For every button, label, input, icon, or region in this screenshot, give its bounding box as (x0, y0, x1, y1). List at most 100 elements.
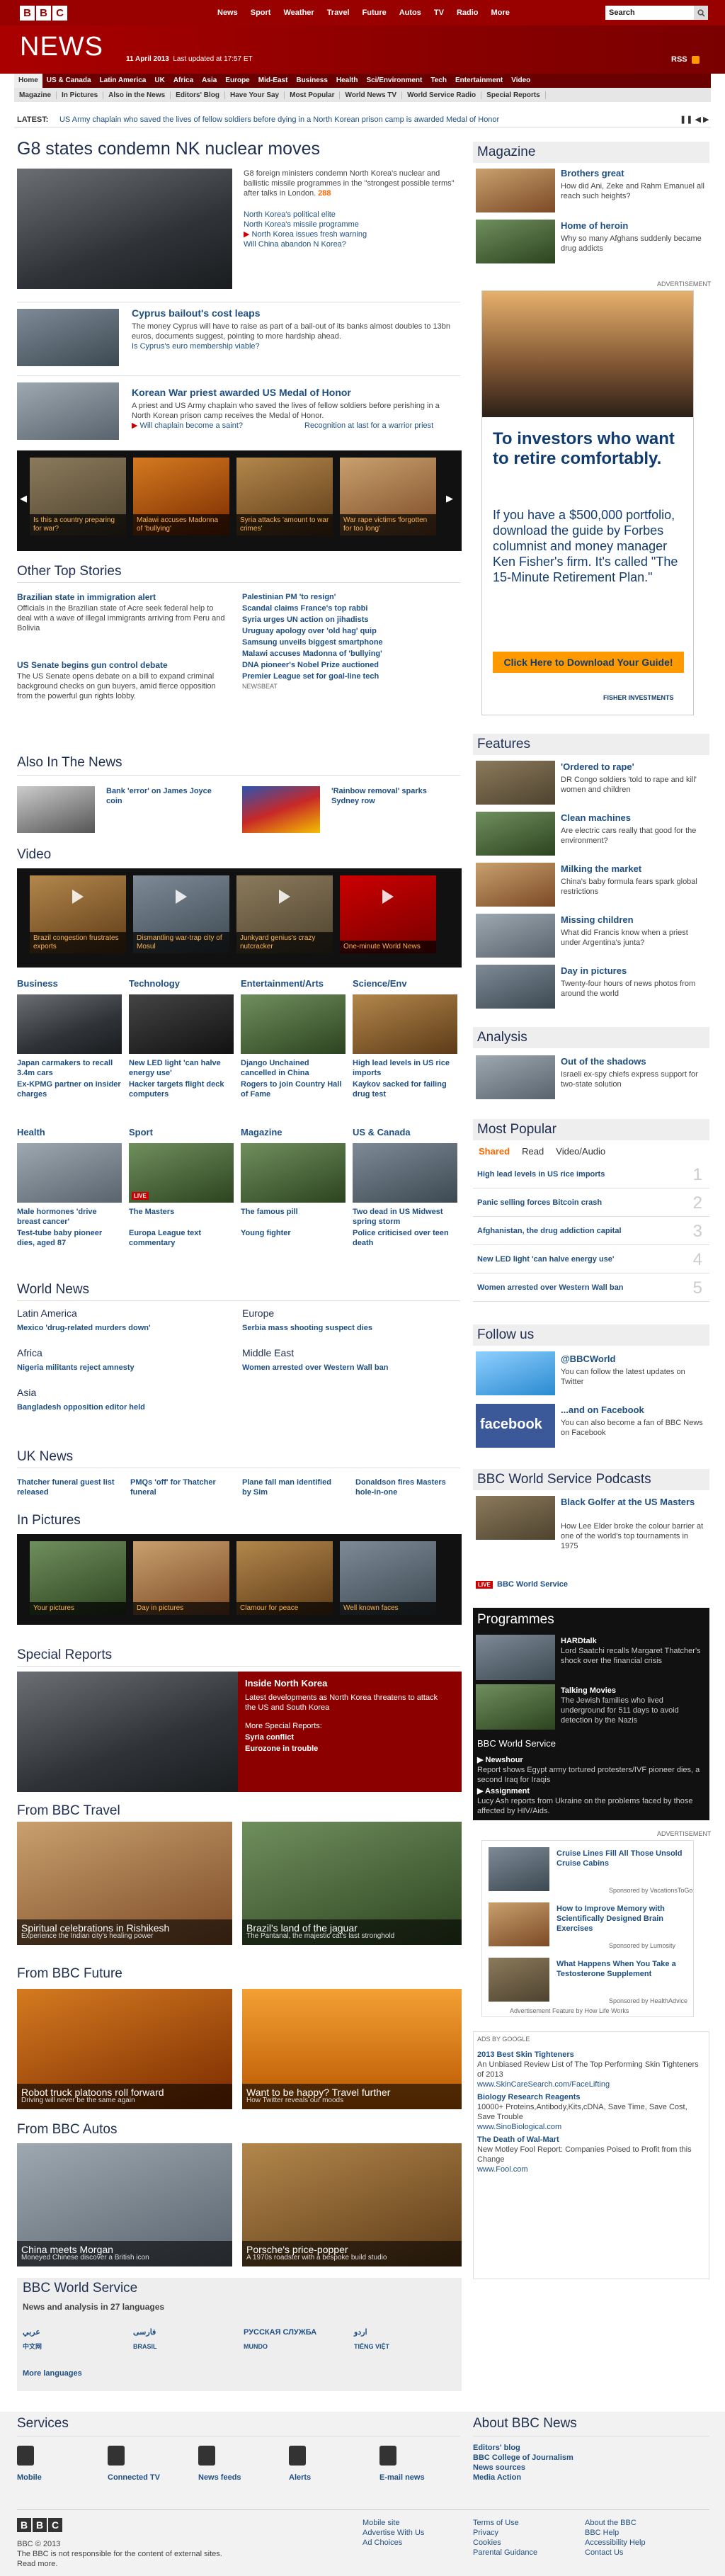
section-heading[interactable]: Magazine (241, 1128, 282, 1137)
travel-image[interactable]: Brazil's land of the jaguar The Pantanal,… (242, 1822, 462, 1945)
about-link[interactable]: Editors' blog (473, 2443, 573, 2453)
twitter-link[interactable]: @BBCWorld (561, 1354, 615, 1364)
more-languages-link[interactable]: More languages (23, 2368, 82, 2378)
primary-nav-item[interactable]: Health (332, 74, 362, 88)
also-link[interactable]: 'Rainbow removal' sparks Sydney row (331, 786, 438, 806)
service-link[interactable]: News feeds (198, 2473, 241, 2483)
about-link[interactable]: News sources (473, 2463, 573, 2473)
section-heading[interactable]: US & Canada (353, 1128, 411, 1137)
about-link[interactable]: Media Action (473, 2473, 573, 2483)
uk-link[interactable]: Donaldson fires Masters hole-in-one (355, 1477, 455, 1497)
ad-link[interactable]: How to Improve Memory with Scientificall… (556, 1904, 688, 1934)
secondary-nav-item[interactable]: Special Reports (481, 91, 546, 99)
world-service-heading[interactable]: BBC World Service (23, 2281, 137, 2296)
google-ad-title[interactable]: 2013 Best Skin Tighteners (477, 2050, 574, 2060)
section-link[interactable]: Ex-KPMG partner on insider charges (17, 1079, 122, 1099)
global-nav-radio[interactable]: Radio (450, 8, 485, 17)
language-link[interactable]: عربي (23, 2327, 40, 2337)
primary-nav-item[interactable]: Europe (221, 74, 253, 88)
top-story-image[interactable] (17, 169, 232, 289)
section-heading[interactable]: Sport (129, 1128, 153, 1137)
picture-tile[interactable]: Your pictures (30, 1541, 126, 1615)
secondary-nav-item[interactable]: Also in the News (103, 91, 171, 99)
programmes-heading[interactable]: Programmes (477, 1612, 554, 1628)
magazine-headline[interactable]: Brothers great (561, 169, 624, 178)
section-image[interactable] (129, 994, 234, 1054)
special-title[interactable]: Inside North Korea (245, 1679, 327, 1689)
other-story-link[interactable]: Syria urges UN action on jihadists (242, 615, 369, 625)
section-link[interactable]: Two dead in US Midwest spring storm (353, 1207, 457, 1227)
footer-link[interactable]: About the BBC (585, 2518, 646, 2528)
future-image[interactable]: Robot truck platoons roll forward Driving… (17, 1989, 232, 2109)
language-link[interactable]: اردو (354, 2327, 367, 2337)
section-image[interactable] (241, 994, 346, 1054)
section-heading[interactable]: Health (17, 1128, 45, 1137)
bbc-logo[interactable]: B B C (20, 6, 67, 21)
ws-radio-heading[interactable]: BBC World Service (477, 1738, 556, 1749)
secondary-nav-item[interactable]: In Pictures (57, 91, 104, 99)
primary-nav-item[interactable]: Entertainment (451, 74, 507, 88)
region-heading[interactable]: Latin America (17, 1307, 77, 1319)
feature-image[interactable] (476, 812, 555, 856)
related-link[interactable]: ▶ North Korea issues fresh warning (244, 229, 367, 239)
section-link[interactable]: Europa League text commentary (129, 1228, 234, 1248)
carousel-next-icon[interactable]: ▶ (446, 493, 453, 504)
also-image[interactable] (17, 786, 95, 833)
section-image[interactable]: LIVE (129, 1143, 234, 1203)
popular-title[interactable]: Women arrested over Western Wall ban (477, 1283, 623, 1292)
primary-nav-item[interactable]: UK (150, 74, 169, 88)
section-link[interactable]: Kaykov sacked for failing drug test (353, 1079, 457, 1099)
global-nav-travel[interactable]: Travel (321, 8, 356, 17)
autos-image[interactable]: Porsche's price-popper A 1970s roadster w… (242, 2143, 462, 2266)
primary-nav-item[interactable]: Africa (169, 74, 198, 88)
related-link[interactable]: North Korea's missile programme (244, 220, 359, 229)
primary-nav-item[interactable]: US & Canada (42, 74, 96, 88)
service-link[interactable]: Connected TV (108, 2473, 160, 2483)
world-service-live-link[interactable]: BBC World Service (497, 1579, 568, 1589)
section-heading[interactable]: Business (17, 979, 58, 989)
footer-link[interactable]: Advertise With Us (362, 2528, 424, 2538)
video-tile[interactable]: One-minute World News (340, 875, 436, 953)
related-link[interactable]: North Korea's political elite (244, 210, 336, 220)
section-link[interactable]: The Masters (129, 1207, 234, 1217)
other-story-link[interactable]: Uruguay apology over 'old hag' quip (242, 626, 377, 636)
rss-link[interactable]: RSS (671, 55, 700, 64)
global-nav-tv[interactable]: TV (428, 8, 450, 17)
section-link[interactable]: Django Unchained cancelled in China (241, 1058, 346, 1078)
feature-headline[interactable]: 'Ordered to rape' (561, 762, 634, 772)
other-story-link[interactable]: Premier League set for goal-line tech (242, 671, 379, 681)
other-story-link[interactable]: Malawi accuses Madonna of 'bullying' (242, 649, 382, 659)
tab-read[interactable]: Read (522, 1146, 544, 1157)
primary-nav-item[interactable]: Tech (426, 74, 451, 88)
feature-headline[interactable]: Milking the market (561, 864, 641, 874)
features-heading[interactable]: Features (473, 734, 709, 755)
latest-headline[interactable]: US Army chaplain who saved the lives of … (59, 115, 499, 124)
also-link[interactable]: Bank 'error' on James Joyce coin (106, 786, 212, 806)
primary-nav-item[interactable]: Video (507, 74, 535, 88)
primary-nav-item[interactable]: Asia (198, 74, 221, 88)
popular-item[interactable]: Women arrested over Western Wall ban 5 (473, 1275, 709, 1302)
uk-link[interactable]: PMQs 'off' for Thatcher funeral (130, 1477, 229, 1497)
footer-link[interactable]: Accessibility Help (585, 2538, 646, 2548)
primary-nav-item[interactable]: Latin America (96, 74, 151, 88)
section-link[interactable]: Young fighter (241, 1228, 346, 1238)
autos-image[interactable]: China meets Morgan Moneyed Chinese discov… (17, 2143, 232, 2266)
special-link[interactable]: Syria conflict (245, 1732, 294, 1742)
search-input[interactable] (605, 6, 695, 20)
picture-tile[interactable]: Well known faces (340, 1541, 436, 1615)
other-story-link[interactable]: Palestinian PM 'to resign' (242, 592, 336, 602)
google-ad-url[interactable]: www.Fool.com (477, 2164, 528, 2174)
section-link[interactable]: Police criticised over teen death (353, 1228, 457, 1248)
primary-nav-item[interactable]: Sci/Environment (362, 74, 426, 88)
primary-nav-item[interactable]: Mid-East (254, 74, 292, 88)
feature-headline[interactable]: Day in pictures (561, 966, 627, 976)
ad-image[interactable] (489, 1958, 549, 2002)
tab-video-audio[interactable]: Video/Audio (556, 1146, 605, 1157)
section-link[interactable]: High lead levels in US rice imports (353, 1058, 457, 1078)
magazine-headline[interactable]: Home of heroin (561, 221, 628, 231)
service-link[interactable]: E-mail news (379, 2473, 425, 2483)
ad-cta-button[interactable]: Click Here to Download Your Guide! (493, 652, 684, 673)
google-ad-url[interactable]: www.SinoBiological.com (477, 2122, 561, 2132)
footer-link[interactable]: BBC Help (585, 2528, 646, 2538)
footer-logo[interactable]: B B C (17, 2518, 62, 2532)
